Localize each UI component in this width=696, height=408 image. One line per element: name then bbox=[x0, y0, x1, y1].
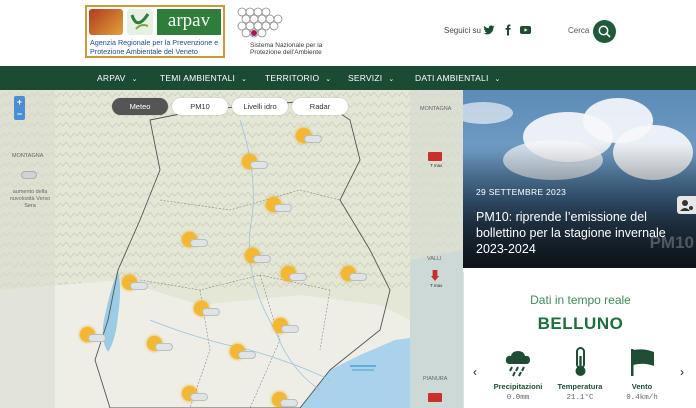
twitter-icon[interactable] bbox=[482, 24, 495, 37]
snpa-text: Sistema Nazionale per la Protezione dell… bbox=[250, 42, 323, 56]
pianura-label: PIANURA bbox=[423, 376, 448, 382]
partly-cloudy-icon[interactable] bbox=[266, 197, 292, 213]
partly-cloudy-icon[interactable] bbox=[194, 301, 220, 317]
tmax-badge-2[interactable] bbox=[428, 393, 442, 402]
map-terrain bbox=[0, 90, 463, 408]
chevron-down-icon: ⌄ bbox=[494, 76, 501, 83]
tab-radar[interactable]: Radar bbox=[292, 98, 348, 115]
partly-cloudy-icon[interactable] bbox=[242, 154, 268, 170]
rain-cloud-icon bbox=[505, 351, 530, 377]
partly-cloudy-icon[interactable] bbox=[182, 232, 208, 248]
lion-emblem-icon bbox=[89, 9, 123, 35]
tab-livelli-idro[interactable]: Livelli idro bbox=[232, 98, 288, 115]
facebook-icon[interactable] bbox=[501, 24, 514, 37]
valli-label: VALLI bbox=[427, 256, 442, 262]
partly-cloudy-icon[interactable] bbox=[122, 275, 148, 291]
arpav-logo[interactable]: arpav Agenzia Regionale per la Prevenzio… bbox=[85, 5, 225, 58]
snpa-logo[interactable]: Sistema Nazionale per la Protezione dell… bbox=[236, 6, 326, 58]
realtime-title: Dati in tempo reale bbox=[530, 293, 631, 307]
cloud-icon bbox=[21, 171, 37, 179]
news-hero[interactable]: PM10 29 SETTEMBRE 2023 PM10: riprende l’… bbox=[463, 90, 696, 268]
realtime-data-panel: Dati in tempo reale BELLUNO ‹ › Precipit… bbox=[463, 272, 696, 408]
partly-cloudy-icon[interactable] bbox=[80, 327, 106, 343]
page: arpav Agenzia Regionale per la Prevenzio… bbox=[0, 0, 696, 408]
chevron-down-icon: ⌄ bbox=[388, 76, 395, 83]
next-station-button[interactable]: › bbox=[680, 365, 684, 379]
zoom-out-button[interactable]: − bbox=[14, 108, 25, 120]
logo-name: arpav bbox=[157, 9, 221, 35]
main-nav: ARPAV ⌄ TEMI AMBIENTALI ⌄ TERRITORIO ⌄ SERV… bbox=[0, 66, 696, 90]
partly-cloudy-icon[interactable] bbox=[147, 336, 173, 352]
partly-cloudy-icon[interactable] bbox=[296, 128, 322, 144]
prev-station-button[interactable]: ‹ bbox=[473, 365, 477, 379]
weather-map[interactable]: MONTAGNA aumento della nuvolosità Verso … bbox=[0, 90, 463, 408]
nav-item-servizi[interactable]: SERVIZI ⌄ bbox=[348, 66, 394, 90]
partly-cloudy-icon[interactable] bbox=[341, 266, 367, 282]
cloud-note-label: aumento della nuvolosità Verso Sera bbox=[9, 189, 51, 209]
youtube-icon[interactable] bbox=[519, 24, 532, 37]
realtime-temperature: Temperatura 21.1°C bbox=[549, 346, 611, 402]
realtime-wind: Vento 0.4km/h bbox=[611, 346, 673, 402]
nav-item-territorio[interactable]: TERRITORIO ⌄ bbox=[265, 66, 331, 90]
arpav-mark-icon bbox=[127, 9, 153, 35]
chevron-down-icon: ⌄ bbox=[131, 76, 138, 83]
thermometer-icon bbox=[575, 347, 586, 376]
chevron-down-icon: ⌄ bbox=[325, 76, 332, 83]
search-button[interactable] bbox=[593, 20, 616, 43]
tab-pm10[interactable]: PM10 bbox=[172, 98, 228, 115]
partly-cloudy-icon[interactable] bbox=[272, 392, 298, 408]
site-header: arpav Agenzia Regionale per la Prevenzio… bbox=[0, 0, 696, 66]
tmax-label: T max bbox=[430, 163, 443, 168]
tmax-label-2: T max bbox=[430, 283, 443, 288]
station-name: BELLUNO bbox=[537, 314, 624, 333]
logo-description: Agenzia Regionale per la Prevenzione e P… bbox=[90, 38, 219, 56]
search-icon bbox=[598, 25, 611, 38]
nav-item-arpav[interactable]: ARPAV ⌄ bbox=[97, 66, 138, 90]
news-date: 29 SETTEMBRE 2023 bbox=[476, 187, 567, 197]
montagna-right-label: MONTAGNA bbox=[420, 106, 452, 112]
partly-cloudy-icon[interactable] bbox=[182, 386, 208, 402]
chevron-down-icon: ⌄ bbox=[241, 76, 248, 83]
user-icon[interactable] bbox=[677, 196, 696, 214]
partly-cloudy-icon[interactable] bbox=[230, 344, 256, 360]
snpa-hexagon-icon bbox=[237, 7, 283, 38]
news-title[interactable]: PM10: riprende l’emissione del bollettin… bbox=[476, 209, 688, 257]
wind-flag-icon bbox=[631, 349, 654, 376]
partly-cloudy-icon[interactable] bbox=[273, 318, 299, 334]
partly-cloudy-icon[interactable] bbox=[281, 266, 307, 282]
montagna-left-label: MONTAGNA bbox=[12, 153, 44, 159]
zoom-control: + − bbox=[14, 96, 25, 120]
nav-item-dati-ambientali[interactable]: DATI AMBIENTALI ⌄ bbox=[415, 66, 501, 90]
search-label: Cerca bbox=[568, 26, 590, 35]
tab-meteo[interactable]: Meteo bbox=[112, 98, 168, 115]
zoom-in-button[interactable]: + bbox=[14, 96, 25, 108]
tmax-badge[interactable] bbox=[428, 152, 442, 161]
realtime-precipitation: Precipitazioni 0.0mm bbox=[487, 346, 549, 402]
follow-label: Seguici su bbox=[444, 26, 481, 35]
partly-cloudy-icon[interactable] bbox=[245, 248, 271, 264]
nav-item-temi-ambientali[interactable]: TEMI AMBIENTALI ⌄ bbox=[160, 66, 247, 90]
